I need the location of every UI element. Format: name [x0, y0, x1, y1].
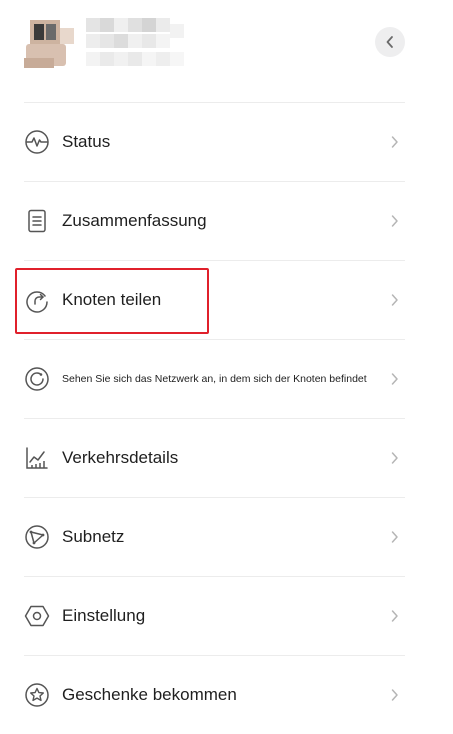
menu-item-geschenke[interactable]: Geschenke bekommen	[24, 655, 405, 734]
menu-item-label: Knoten teilen	[62, 290, 162, 309]
menu-item-knoten-teilen[interactable]: Knoten teilen	[24, 260, 405, 339]
menu-item-label: Einstellung	[62, 606, 146, 625]
chevron-right-icon	[389, 530, 401, 544]
chevron-right-icon	[389, 135, 401, 149]
chevron-right-icon	[389, 609, 401, 623]
menu-item-label: Zusammenfassung	[62, 211, 207, 230]
chevron-right-icon	[389, 372, 401, 386]
menu-item-label: Status	[62, 132, 111, 151]
chevron-right-icon	[389, 688, 401, 702]
network-circle-icon	[24, 366, 50, 392]
menu-list: Status Zusammenfassung Knoten teilen Seh…	[24, 102, 405, 734]
chart-icon	[24, 445, 50, 471]
star-icon	[24, 682, 50, 708]
menu-item-subnetz[interactable]: Subnetz	[24, 497, 405, 576]
chevron-left-icon	[386, 36, 393, 48]
chevron-right-icon	[389, 451, 401, 465]
device-name-redacted	[86, 18, 190, 68]
back-button[interactable]	[375, 27, 405, 57]
share-arrow-icon	[24, 287, 50, 313]
document-icon	[24, 208, 50, 234]
subnet-icon	[24, 524, 50, 550]
menu-item-label: Verkehrsdetails	[62, 448, 179, 467]
menu-item-verkehrsdetails[interactable]: Verkehrsdetails	[24, 418, 405, 497]
device-avatar	[24, 14, 80, 70]
menu-item-netzwerk[interactable]: Sehen Sie sich das Netzwerk an, in dem s…	[24, 339, 405, 418]
menu-item-einstellung[interactable]: Einstellung	[24, 576, 405, 655]
menu-item-status[interactable]: Status	[24, 102, 405, 181]
header	[0, 0, 453, 100]
chevron-right-icon	[389, 214, 401, 228]
heartbeat-icon	[24, 129, 50, 155]
menu-item-zusammenfassung[interactable]: Zusammenfassung	[24, 181, 405, 260]
hexagon-settings-icon	[24, 603, 50, 629]
menu-item-label: Subnetz	[62, 527, 125, 546]
menu-item-label: Geschenke bekommen	[62, 685, 237, 704]
chevron-right-icon	[389, 293, 401, 307]
menu-item-label: Sehen Sie sich das Netzwerk an, in dem s…	[62, 373, 367, 385]
